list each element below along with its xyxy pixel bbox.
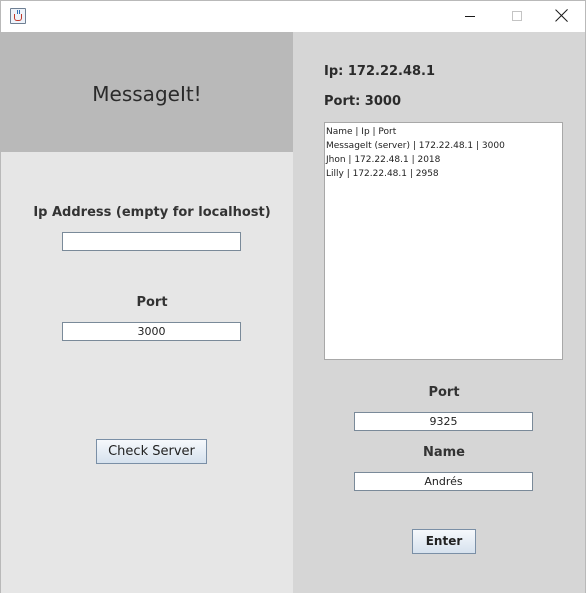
java-icon[interactable] xyxy=(10,8,26,24)
minimize-button[interactable] xyxy=(447,1,493,32)
check-server-button[interactable]: Check Server xyxy=(96,439,207,464)
list-item: Jhon | 172.22.48.1 | 2018 xyxy=(326,155,441,165)
maximize-button[interactable] xyxy=(493,1,539,32)
server-port-label: Port xyxy=(136,295,168,310)
minimize-icon xyxy=(465,16,475,17)
client-port-label: Port xyxy=(428,385,460,400)
enter-button[interactable]: Enter xyxy=(412,529,476,554)
client-port-input[interactable] xyxy=(354,412,533,431)
server-info-panel: Ip: 172.22.48.1 Port: 3000 Name | Ip | P… xyxy=(293,32,585,593)
ip-address-label: Ip Address (empty for localhost) xyxy=(33,205,271,220)
ip-address-input[interactable] xyxy=(62,232,241,251)
client-name-input[interactable] xyxy=(354,472,533,491)
app-title: MessageIt! xyxy=(92,82,202,106)
close-button[interactable] xyxy=(539,1,585,32)
title-bar[interactable] xyxy=(1,1,585,32)
content-area: MessageIt! Ip Address (empty for localho… xyxy=(1,32,585,593)
server-connect-panel: MessageIt! Ip Address (empty for localho… xyxy=(1,32,293,593)
list-item: Name | Ip | Port xyxy=(326,127,397,137)
list-item: MessageIt (server) | 172.22.48.1 | 3000 xyxy=(326,141,505,151)
client-list-textarea[interactable]: Name | Ip | Port MessageIt (server) | 17… xyxy=(324,122,563,360)
list-item: Lilly | 172.22.48.1 | 2958 xyxy=(326,169,439,179)
server-port-input[interactable] xyxy=(62,322,241,341)
close-icon xyxy=(553,6,571,24)
client-name-label: Name xyxy=(422,445,465,460)
server-port-text: Port: 3000 xyxy=(324,94,401,109)
header-banner: MessageIt! xyxy=(1,32,293,152)
app-window: MessageIt! Ip Address (empty for localho… xyxy=(0,0,586,593)
maximize-icon xyxy=(512,11,522,21)
server-ip-text: Ip: 172.22.48.1 xyxy=(324,64,436,79)
